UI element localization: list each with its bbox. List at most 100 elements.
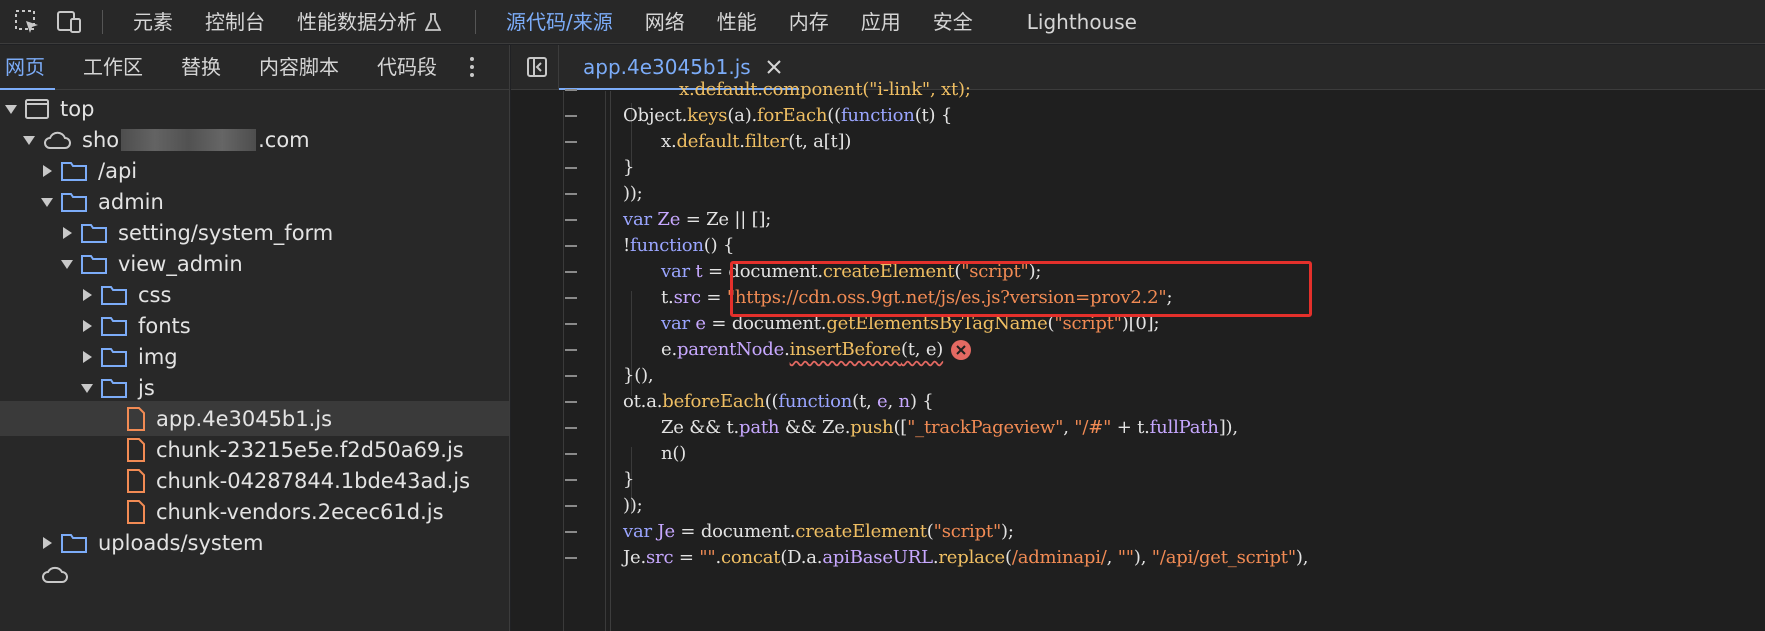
tree-node-file-vendors[interactable]: chunk-vendors.2ecec61d.js <box>0 494 509 529</box>
tab-application[interactable]: 应用 <box>845 0 917 44</box>
device-toolbar-icon[interactable] <box>54 7 84 37</box>
nav-tab-content-scripts[interactable]: 内容脚本 <box>240 45 358 89</box>
inspect-element-icon[interactable] <box>12 7 42 37</box>
tree-node-top[interactable]: top <box>0 91 509 126</box>
line-marker <box>565 478 577 481</box>
code-token: = <box>673 547 700 568</box>
code-text: e.parentNode.insertBefore(t, e) <box>661 339 972 360</box>
tree-node-folder-fonts[interactable]: fonts <box>0 308 509 343</box>
tab-performance-insights[interactable]: 性能数据分析 <box>281 0 457 44</box>
error-icon[interactable] <box>951 340 972 360</box>
tree-node-folder-view-admin[interactable]: view_admin <box>0 246 509 281</box>
line-marker <box>565 556 577 559</box>
code-token: ); <box>1001 521 1014 542</box>
tab-performance-insights-label: 性能数据分析 <box>297 9 417 34</box>
tree-node-partial[interactable] <box>0 556 509 591</box>
code-line: ot.a.beforeEach((function(t, e, n) { <box>511 387 1765 416</box>
code-line: n() <box>511 439 1765 468</box>
line-marker <box>565 192 577 195</box>
code-text: x.default.filter(t, a[t]) <box>661 131 851 152</box>
tab-elements[interactable]: 元素 <box>117 0 189 44</box>
expanded-arrow-icon[interactable] <box>40 195 54 209</box>
nav-tab-page[interactable]: 网页 <box>0 45 64 89</box>
tree-label: fonts <box>138 313 191 338</box>
nav-tab-workspace[interactable]: 工作区 <box>64 45 162 89</box>
code-text: var Ze = Ze || []; <box>623 209 771 230</box>
devtools-tab-bar: 元素 控制台 性能数据分析 源代码/来源 网络 性能 内存 应用 安全 Ligh… <box>0 0 1765 44</box>
code-area[interactable]: x.default.component("i-link", xt); Objec… <box>511 79 1765 631</box>
expanded-arrow-icon[interactable] <box>22 133 36 147</box>
nav-tab-overrides[interactable]: 替换 <box>162 45 240 89</box>
folder-icon <box>100 346 128 368</box>
code-token: var <box>623 521 652 542</box>
frame-icon <box>24 98 50 120</box>
code-token: x. <box>661 131 677 152</box>
code-token: ! <box>623 235 631 256</box>
collapsed-arrow-icon[interactable] <box>80 319 94 333</box>
code-token: )); <box>623 183 643 204</box>
code-token: = Ze || []; <box>680 209 772 230</box>
code-token: createElement <box>795 521 927 542</box>
code-token: "" <box>699 547 716 568</box>
collapsed-arrow-icon[interactable] <box>80 350 94 364</box>
tree-node-file-chunk[interactable]: chunk-04287844.1bde43ad.js <box>0 463 509 498</box>
expanded-arrow-icon[interactable] <box>4 102 18 116</box>
code-text: var Je = document.createElement("script"… <box>623 521 1014 542</box>
code-text: !function() { <box>623 235 734 256</box>
code-token: "" <box>1117 547 1134 568</box>
code-token: n() <box>661 443 687 464</box>
collapsed-arrow-icon[interactable] <box>80 288 94 302</box>
tab-performance[interactable]: 性能 <box>701 0 773 44</box>
tree-node-file-app[interactable]: app.4e3045b1.js <box>0 401 509 436</box>
tab-security[interactable]: 安全 <box>917 0 989 44</box>
code-text: } <box>623 157 634 178</box>
js-file-icon <box>126 437 146 463</box>
code-text: )); <box>623 183 643 204</box>
tree-node-domain[interactable]: sho .com <box>0 122 509 157</box>
nav-tab-snippets[interactable]: 代码段 <box>358 45 456 89</box>
code-text: ot.a.beforeEach((function(t, e, n) { <box>623 391 934 412</box>
js-file-icon <box>126 468 146 494</box>
code-line: e.parentNode.insertBefore(t, e) <box>511 335 1765 364</box>
tree-node-folder-admin[interactable]: admin <box>0 184 509 219</box>
expanded-arrow-icon[interactable] <box>60 257 74 271</box>
tree-node-folder-css[interactable]: css <box>0 277 509 312</box>
collapsed-arrow-icon[interactable] <box>60 226 74 240</box>
code-line: x.default.component("i-link", xt); <box>511 75 1765 104</box>
code-token: Je <box>651 521 675 542</box>
tree-node-folder-uploads[interactable]: uploads/system <box>0 525 509 560</box>
toolbar-divider <box>475 9 476 34</box>
tab-memory[interactable]: 内存 <box>773 0 845 44</box>
collapsed-arrow-icon[interactable] <box>40 164 54 178</box>
code-token: concat <box>720 547 781 568</box>
code-token: Ze && t. <box>661 417 740 438</box>
code-token: (t, e) <box>900 339 944 360</box>
tree-node-file-chunk[interactable]: chunk-23215e5e.f2d50a69.js <box>0 432 509 467</box>
tab-sources[interactable]: 源代码/来源 <box>490 0 629 44</box>
code-token: ([ <box>893 417 908 438</box>
tree-label: top <box>60 96 95 121</box>
tab-console[interactable]: 控制台 <box>189 0 281 44</box>
navigator-tab-bar: 网页 工作区 替换 内容脚本 代码段 <box>0 45 509 90</box>
folder-icon <box>60 160 88 182</box>
code-token: n <box>898 391 911 412</box>
close-icon[interactable] <box>765 58 783 76</box>
collapsed-arrow-icon[interactable] <box>40 536 54 550</box>
tree-node-folder-img[interactable]: img <box>0 339 509 374</box>
tree-node-folder-setting[interactable]: setting/system_form <box>0 215 509 250</box>
file-tree: top sho .com /api admin setting/system_fo… <box>0 91 509 631</box>
tree-node-folder-js[interactable]: js <box>0 370 509 405</box>
domain-suffix: .com <box>258 127 310 152</box>
code-token: default <box>676 131 740 152</box>
tree-label: app.4e3045b1.js <box>156 406 333 431</box>
tab-network[interactable]: 网络 <box>629 0 701 44</box>
tree-label: /api <box>98 158 138 183</box>
tab-lighthouse[interactable]: Lighthouse <box>1011 0 1153 44</box>
tree-label: chunk-vendors.2ecec61d.js <box>156 499 444 524</box>
tree-node-folder-api[interactable]: /api <box>0 153 509 188</box>
code-token: (( <box>827 105 841 126</box>
more-options-icon[interactable] <box>462 52 482 82</box>
code-token: && Ze. <box>779 417 851 438</box>
expanded-arrow-icon[interactable] <box>80 381 94 395</box>
line-marker <box>565 400 577 403</box>
